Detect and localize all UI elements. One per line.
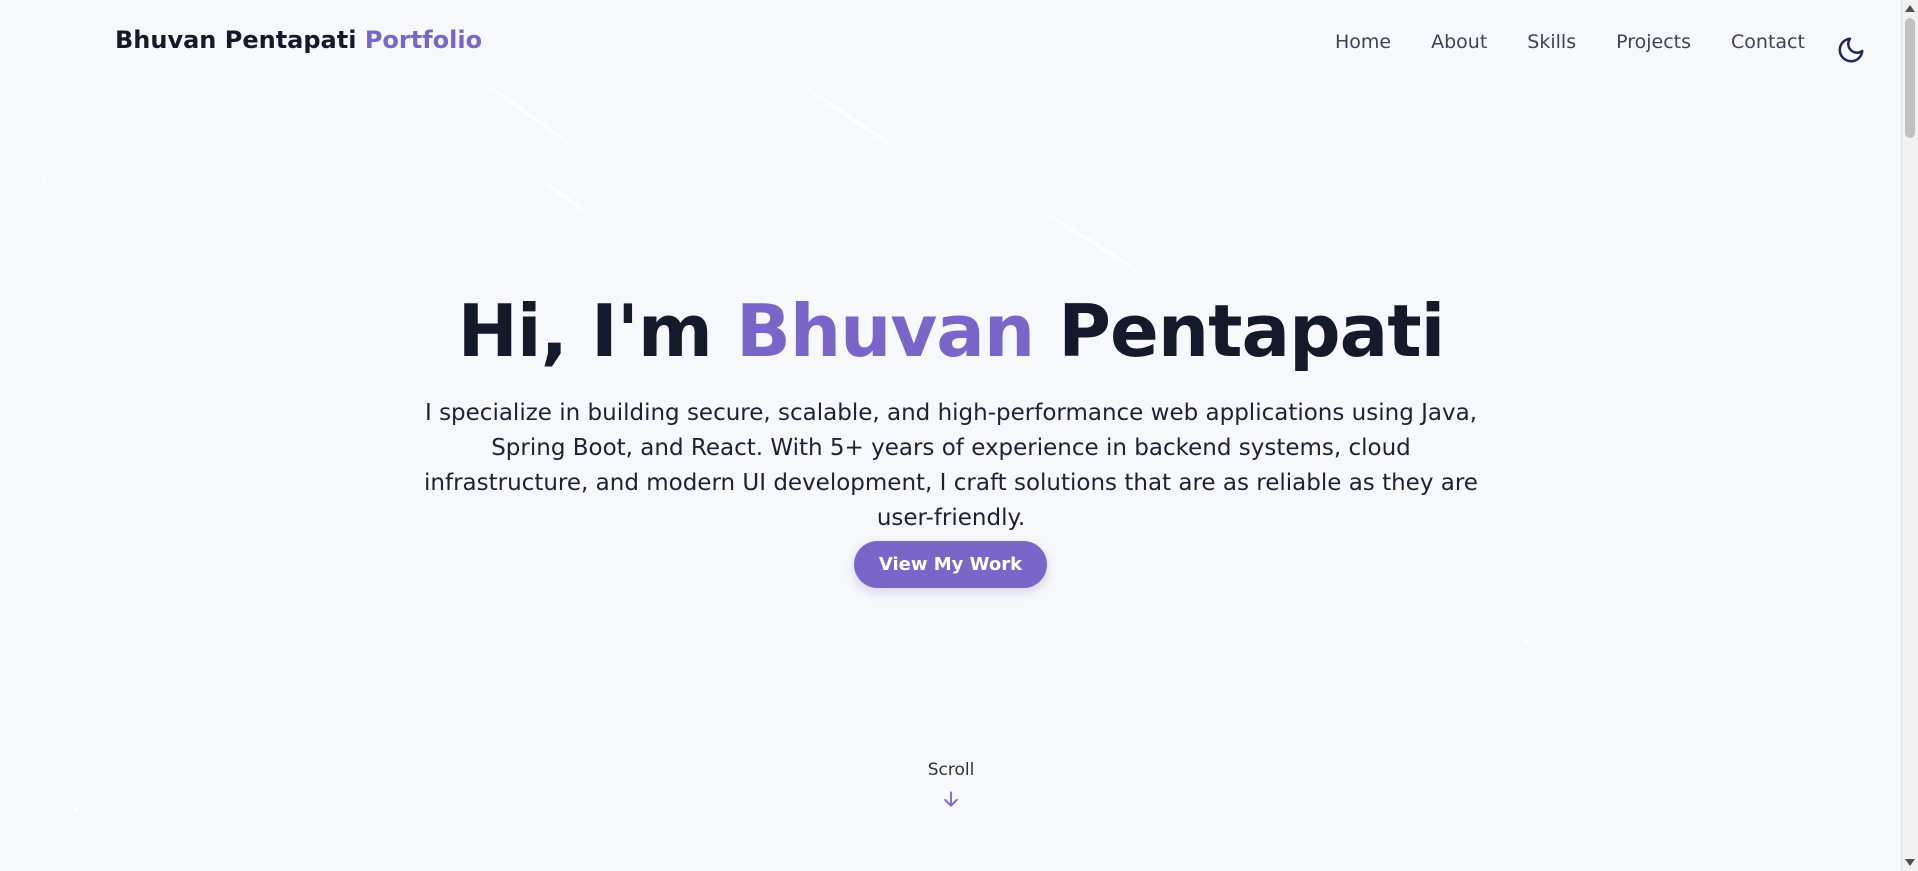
scroll-down-icon[interactable] <box>1905 859 1915 866</box>
scroll-indicator[interactable]: Scroll <box>0 760 1902 814</box>
decorative-streak <box>468 70 585 156</box>
scroll-label: Scroll <box>927 760 975 780</box>
brand-accent: Portfolio <box>364 26 483 54</box>
decorative-streak <box>528 170 604 227</box>
hero-first-name: Bhuvan <box>735 289 1035 373</box>
arrow-down-icon <box>944 791 958 807</box>
decorative-star <box>42 182 45 185</box>
nav-about[interactable]: About <box>1431 31 1487 53</box>
scroll-up-icon[interactable] <box>1905 5 1915 12</box>
hero-last-name: Pentapati <box>1058 289 1445 373</box>
decorative-streak <box>1018 195 1166 289</box>
decorative-streak <box>788 75 916 163</box>
moon-icon <box>1838 37 1864 63</box>
site-logo[interactable]: Bhuvan Pentapati Portfolio <box>115 26 482 54</box>
page: Bhuvan Pentapati Portfolio Home About Sk… <box>0 0 1918 871</box>
decorative-star <box>1525 640 1528 643</box>
nav-projects[interactable]: Projects <box>1616 31 1691 53</box>
theme-toggle-button[interactable] <box>1836 35 1866 65</box>
scrollbar-thumb[interactable] <box>1905 18 1915 138</box>
vertical-scrollbar[interactable] <box>1901 0 1918 871</box>
decorative-star <box>1180 35 1183 38</box>
nav-home[interactable]: Home <box>1335 31 1391 53</box>
view-my-work-button[interactable]: View My Work <box>854 541 1047 588</box>
hero-description: I specialize in building secure, scalabl… <box>424 400 1478 531</box>
nav-skills[interactable]: Skills <box>1527 31 1576 53</box>
brand-name: Bhuvan Pentapati <box>115 26 357 54</box>
hero-title: Hi, I'm Bhuvan Pentapati <box>0 286 1902 376</box>
hero-greeting: Hi, I'm <box>457 289 713 373</box>
nav-contact[interactable]: Contact <box>1731 31 1805 53</box>
main-nav: Home About Skills Projects Contact <box>1335 31 1845 53</box>
